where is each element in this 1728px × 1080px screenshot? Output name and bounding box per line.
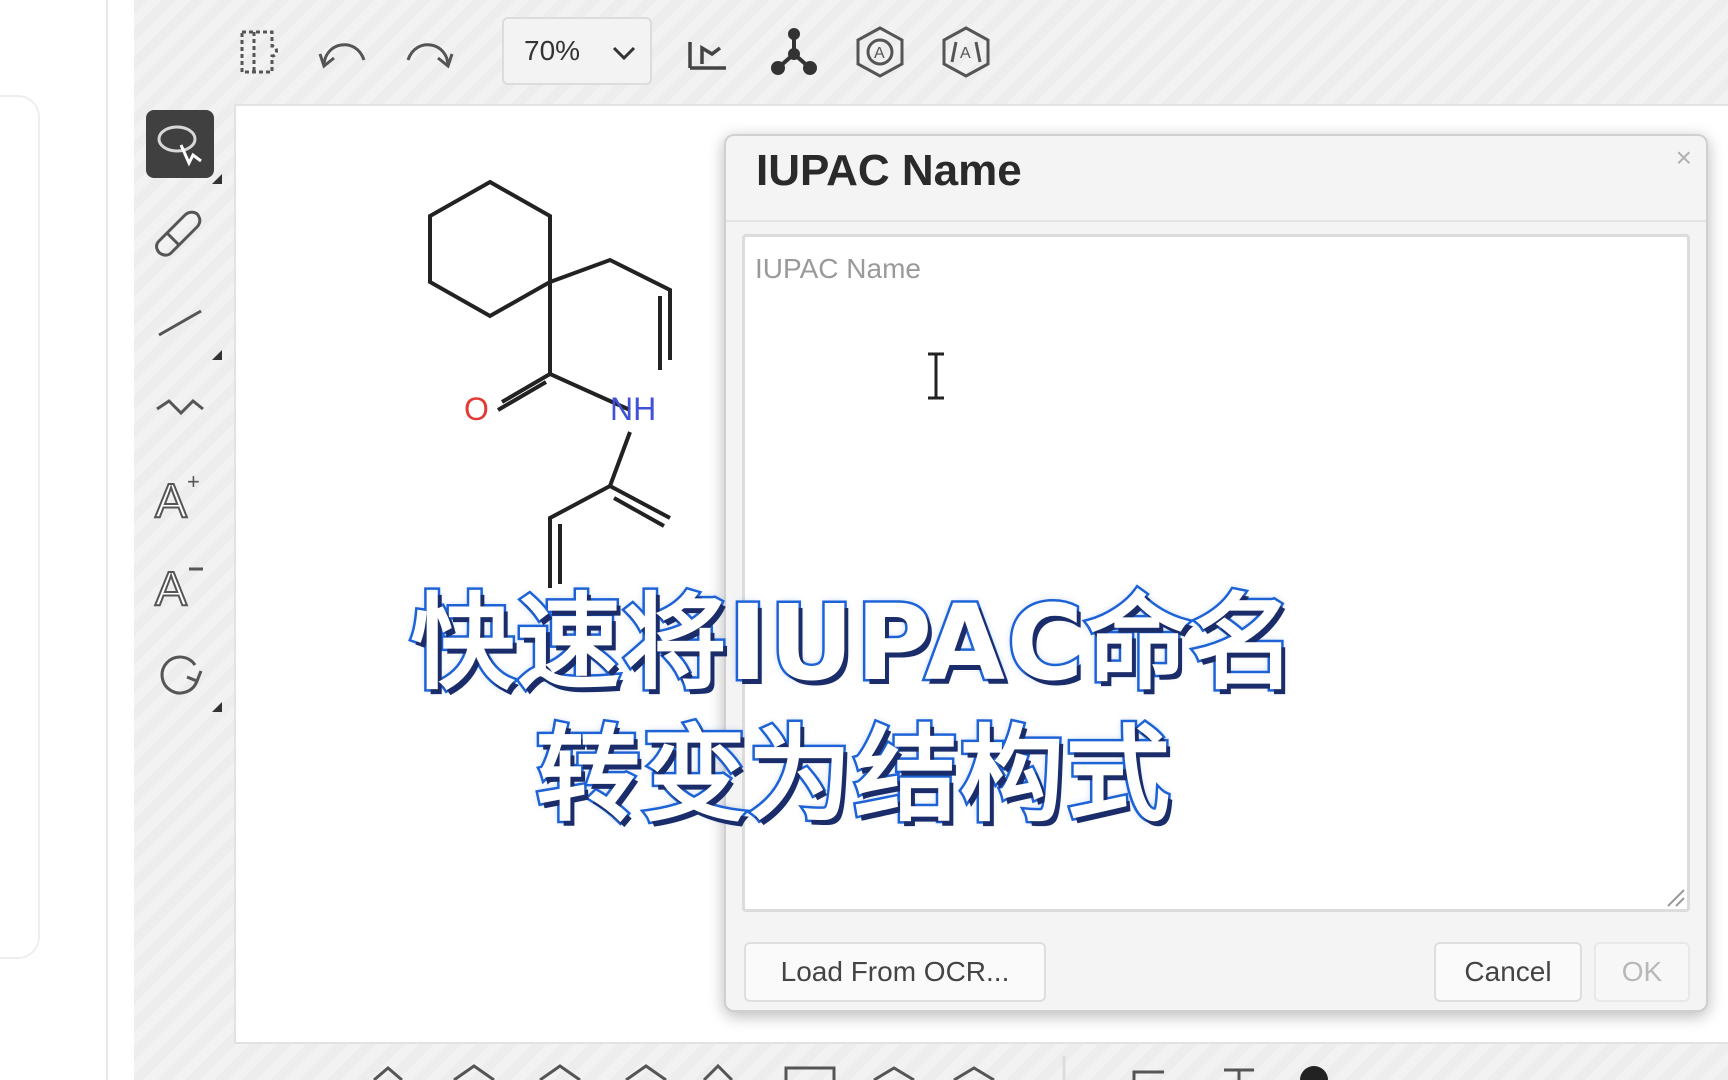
text-cursor-icon [928, 352, 944, 400]
redo-icon[interactable] [396, 20, 460, 84]
svg-text:+: + [187, 469, 200, 494]
top-toolbar: 70% A A [134, 0, 1728, 100]
zoom-select[interactable]: 70% [502, 17, 652, 85]
caption-line-1: 快速将IUPAC命名 [408, 580, 1298, 707]
svg-text:A: A [874, 45, 885, 62]
document-icon[interactable] [228, 20, 292, 84]
nh-atom-label[interactable]: NH [610, 391, 656, 427]
clean-2d-icon[interactable] [676, 20, 740, 84]
cyclohexane-template-icon [625, 1064, 667, 1080]
charge-plus-icon[interactable]: A + [146, 462, 214, 530]
undo-icon[interactable] [312, 20, 376, 84]
cancel-button[interactable]: Cancel [1434, 942, 1582, 1002]
clean-3d-icon[interactable] [762, 20, 826, 84]
lasso-select-icon[interactable] [146, 110, 222, 184]
zoom-value: 70% [524, 35, 581, 66]
bottom-toolbar [373, 1056, 1328, 1080]
svg-text:A: A [960, 45, 971, 62]
ok-button[interactable]: OK [1594, 942, 1690, 1002]
load-from-ocr-button[interactable]: Load From OCR... [744, 942, 1046, 1002]
dearomatize-icon[interactable]: A [934, 20, 998, 84]
cyclopentane-template-icon [539, 1064, 581, 1080]
cyclobutane-template-icon [453, 1064, 495, 1080]
dialog-divider [726, 220, 1706, 222]
cyclopropane-template-icon [373, 1066, 403, 1080]
left-side-panel [0, 0, 108, 1080]
chain-icon[interactable] [146, 374, 214, 442]
dialog-title: IUPAC Name [756, 146, 1022, 195]
benzene-template-icon [702, 1063, 734, 1080]
select-template-icon [1132, 1070, 1164, 1080]
structure-editor: 70% A A A + A O NH IUPAC Name × IUPAC Na… [134, 0, 1728, 1080]
oxygen-atom-label[interactable]: O [464, 391, 489, 427]
aromatize-icon[interactable]: A [848, 20, 912, 84]
app-window: 70% A A A + A O NH IUPAC Name × IUPAC Na… [0, 0, 1728, 1080]
resize-grip-icon[interactable] [1664, 888, 1686, 908]
cyclooctane-template-icon [873, 1066, 915, 1080]
chevron-down-icon [612, 46, 636, 61]
cycloheptane-template-icon [784, 1066, 836, 1080]
help-icon [1300, 1066, 1328, 1080]
ring-template-icon [953, 1066, 995, 1080]
svg-text:A: A [155, 475, 187, 525]
single-bond-icon[interactable] [146, 286, 222, 360]
text-tool-icon [1224, 1068, 1254, 1080]
close-icon[interactable]: × [1676, 142, 1692, 174]
eraser-icon[interactable] [146, 198, 214, 266]
caption-line-2: 转变为结构式 [533, 712, 1172, 839]
